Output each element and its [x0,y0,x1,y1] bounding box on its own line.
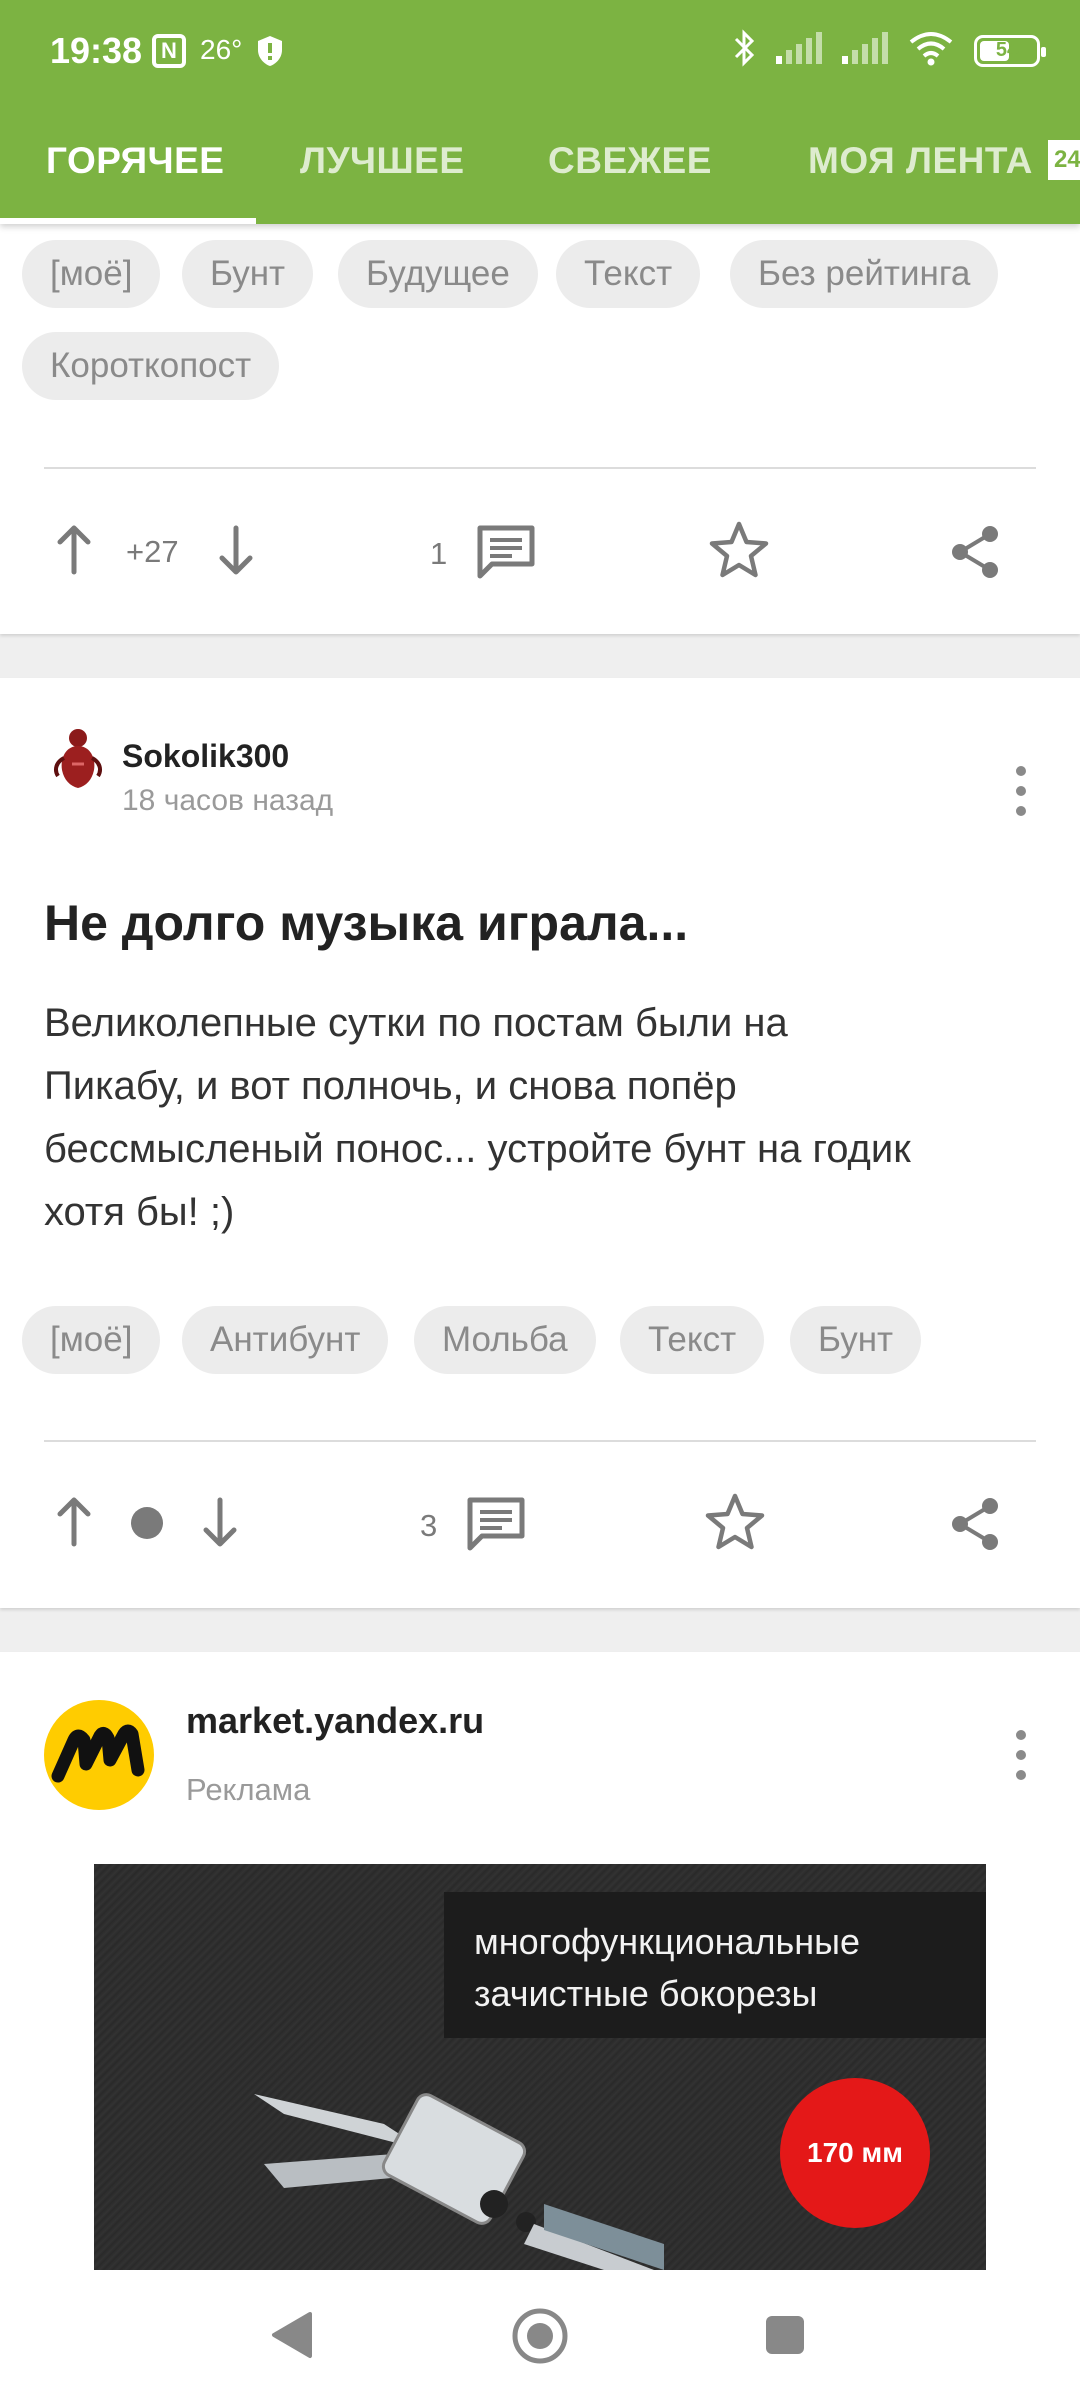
wire-stripper-illustration [244,2054,664,2270]
post-body: Великолепные сутки по постам были на Пик… [44,992,1044,1244]
tag-chip[interactable]: Антибунт [182,1306,389,1374]
post-time: 18 часов назад [122,784,334,817]
tab-best[interactable]: ЛУЧШЕЕ [300,140,465,182]
share-button[interactable] [948,1496,1002,1557]
rating-hidden-dot [130,1506,164,1540]
post-card: Sokolik300 18 часов назад Не долго музык… [0,678,1080,1608]
comments-count: 3 [420,1508,438,1543]
system-nav-bar [0,2270,1080,2400]
signal-icon-sim1 [776,32,822,69]
star-icon [708,520,770,585]
ad-caption-line: зачистные бокорезы [474,1973,818,2014]
tag-chip[interactable]: Коротко­пост [22,332,280,400]
yandex-market-logo [44,1700,154,1815]
author-avatar[interactable] [48,724,108,795]
upvote-button[interactable] [54,524,94,581]
comment-icon [466,1496,526,1557]
downvote-button[interactable] [216,524,256,581]
save-button[interactable] [708,520,770,585]
comment-icon [476,524,536,585]
wifi-icon [908,30,954,71]
downvote-button[interactable] [200,1496,240,1553]
tag-chip[interactable]: Бунт [182,240,314,308]
post-title[interactable]: Не долго музыка играла... [44,894,688,952]
tag-chip[interactable]: Текст [556,240,701,308]
tag-chip[interactable]: [моё] [22,240,161,308]
arrow-up-icon [54,1496,94,1553]
tab-my-feed[interactable]: МОЯ ЛЕНТА [808,140,1033,182]
star-icon [704,1492,766,1557]
status-temperature: 26° [200,34,243,65]
post-author[interactable]: Sokolik300 [122,738,289,775]
divider [44,467,1036,469]
tag-chip[interactable]: Текст [620,1306,765,1374]
tag-chip[interactable]: Будущее [338,240,538,308]
battery-icon: 54 [974,34,1046,67]
ad-banner-image[interactable]: многофункциональные зачистные бокорезы 1… [94,1864,986,2270]
tab-hot[interactable]: ГОРЯЧЕЕ [46,140,224,182]
arrow-down-icon [200,1496,240,1553]
divider [44,1440,1036,1442]
comments-count: 1 [430,536,448,571]
tag-chip[interactable]: Мольба [414,1306,596,1374]
tab-fresh[interactable]: СВЕЖЕЕ [548,140,712,182]
ad-caption-line: многофункциональные [474,1921,861,1962]
shield-icon [256,34,284,73]
status-bar: 19:38 N 26° 54 [0,0,1080,100]
ad-source[interactable]: market.yandex.ru [186,1700,484,1742]
home-button[interactable] [511,2307,569,2370]
post-body-line: бессмысленый понос... устройте бунт на г… [44,1127,911,1171]
post-body-line: хотя бы! ;) [44,1190,235,1234]
ad-size-badge: 170 мм [780,2078,930,2228]
more-options-icon[interactable] [1016,766,1026,826]
save-button[interactable] [704,1492,766,1557]
share-icon [948,524,1002,585]
post-body-line: Пикабу, и вот полночь, и снова попёр [44,1064,737,1108]
tab-active-indicator [0,218,256,224]
tag-chip[interactable]: Бунт [790,1306,922,1374]
share-button[interactable] [948,524,1002,585]
app-header: 19:38 N 26° 54 ГОРЯЧЕЕ ЛУЧШЕЕ СВЕЖЕЕ МОЯ… [0,0,1080,224]
comments-button[interactable] [476,524,536,585]
bluetooth-icon [732,28,756,73]
signal-icon-sim2 [842,32,888,69]
tag-chip[interactable]: [моё] [22,1306,161,1374]
nfc-icon: N [152,34,186,68]
comments-button[interactable] [466,1496,526,1557]
battery-level: 54 [995,39,1019,61]
upvote-button[interactable] [54,1496,94,1553]
back-button[interactable] [270,2310,314,2365]
post-body-line: Великолепные сутки по постам были на [44,1001,788,1045]
more-options-icon[interactable] [1016,1730,1026,1790]
recents-button[interactable] [764,2314,806,2361]
arrow-down-icon [216,524,256,581]
tab-badge: 24 [1048,140,1080,180]
ad-caption: многофункциональные зачистные бокорезы [444,1892,986,2038]
status-time: 19:38 [50,30,143,71]
feed-tabs: ГОРЯЧЕЕ ЛУЧШЕЕ СВЕЖЕЕ МОЯ ЛЕНТА 24 [0,120,1080,224]
share-icon [948,1496,1002,1557]
rating-value: +27 [126,534,179,569]
post-card: [моё] Бунт Будущее Текст Без рейтинга Ко… [0,224,1080,634]
arrow-up-icon [54,524,94,581]
ad-label: Реклама [186,1772,311,1807]
tag-chip[interactable]: Без рейтинга [730,240,999,308]
